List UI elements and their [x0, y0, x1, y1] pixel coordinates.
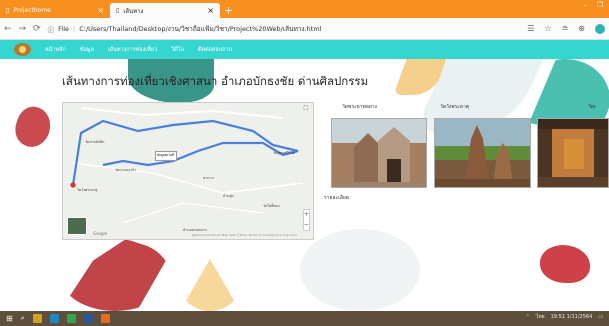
map-label: วัดป่าหลักสิบ: [85, 140, 105, 144]
zoom-control[interactable]: + −: [303, 209, 310, 231]
url-prefix: File: [58, 24, 70, 33]
route-line: [71, 119, 299, 186]
address-bar: ← → ⟳ ⓘ File | C:/Users/Thailand/Desktop…: [0, 18, 609, 40]
nav-item-home[interactable]: หน้าหลัก: [45, 46, 66, 54]
new-tab-button[interactable]: +: [224, 3, 233, 18]
close-icon[interactable]: ×: [207, 6, 214, 15]
map-label: วัดวังพระธาตุ: [77, 188, 98, 192]
page-icon: ▯: [116, 7, 120, 14]
map-label: วัดโพธิ์ทอง: [263, 204, 280, 208]
browser-tab-2[interactable]: ▯ เส้นทาง ×: [110, 3, 220, 18]
windows-start-icon[interactable]: ⊞: [6, 314, 13, 323]
profile-icon[interactable]: [595, 23, 605, 34]
nav-item-routes[interactable]: เส้นทางการท่องเที่ยว: [108, 46, 157, 54]
bookmark-icon[interactable]: ☰: [527, 24, 534, 34]
extensions-icon[interactable]: ⊕: [578, 24, 585, 34]
zoom-in-icon[interactable]: +: [304, 210, 309, 220]
tab-title: Projecthome: [13, 7, 51, 14]
window-controls: – ❐: [583, 1, 603, 9]
map-label: ตาเกาะ: [203, 176, 215, 180]
tab-title: เส้นทาง: [123, 7, 144, 15]
browser-tabstrip: ▯ Projecthome × ▯ เส้นทาง × + – ❐: [0, 0, 609, 18]
temple-illustration: [538, 119, 608, 187]
google-logo: Google: [93, 231, 108, 236]
clock-time: 19:51: [550, 314, 566, 320]
url-field[interactable]: ⓘ File | C:/Users/Thailand/Desktop/งาน/ว…: [48, 21, 521, 36]
gallery-caption: วัดวังพระธาตุ: [440, 104, 470, 110]
system-tray: ⌃ ไทย 19:51 1/11/2564 ▭: [526, 313, 603, 321]
tray-chevron-icon[interactable]: ⌃: [526, 314, 530, 320]
favorites-icon[interactable]: ☆: [544, 24, 551, 34]
nav-item-contact[interactable]: ติดต่อสอบถาม: [198, 46, 232, 54]
nav-item-video[interactable]: วิดีโอ: [171, 46, 184, 54]
site-navbar: หน้าหลัก ข้อมูล เส้นทางการท่องเที่ยว วิด…: [0, 40, 609, 59]
refresh-icon[interactable]: ⟳: [33, 24, 41, 34]
popup-text: ข้อมูลสถานที่: [157, 153, 175, 157]
explorer-icon[interactable]: [32, 314, 42, 323]
language-indicator[interactable]: ไทย: [536, 313, 545, 321]
toolbar-icons: ☰ ☆ ≘ ⊕: [527, 23, 605, 34]
route-point: [70, 182, 76, 188]
map-canvas: [70, 107, 304, 224]
word-icon[interactable]: [83, 314, 93, 323]
clock[interactable]: 19:51 1/11/2564: [551, 314, 593, 320]
info-icon[interactable]: ⓘ: [48, 24, 55, 34]
app-icon[interactable]: [66, 314, 76, 323]
page-title: เส้นทางการท่องเที่ยวเชิงศาสนา อำเภอบักธง…: [62, 74, 369, 88]
fullscreen-icon[interactable]: ⛶: [304, 105, 308, 113]
minimize-icon[interactable]: –: [583, 1, 587, 9]
decor-blot: [180, 259, 240, 311]
temple-photo-3[interactable]: [537, 118, 609, 188]
site-logo[interactable]: [14, 43, 31, 56]
page-content: เส้นทางการท่องเที่ยวเชิงศาสนา อำเภอบักธง…: [0, 59, 609, 311]
gallery-caption: วัดเ: [588, 104, 596, 110]
notification-icon[interactable]: ▭: [598, 314, 603, 320]
map-info-popup[interactable]: ข้อมูลสถานที่: [155, 151, 177, 161]
temple-photo-2[interactable]: [434, 118, 531, 188]
app-icon[interactable]: [100, 314, 110, 323]
page-icon: ▯: [6, 7, 10, 14]
forward-icon[interactable]: →: [19, 24, 27, 34]
decor-blot: [10, 102, 56, 152]
map-copyright[interactable]: Keyboard shortcuts Map data ©2021 Terms …: [192, 233, 297, 237]
url-separator: |: [73, 24, 76, 33]
detail-label: รายละเอียด: [324, 195, 350, 201]
back-icon[interactable]: ←: [4, 24, 12, 34]
os-taskbar: ⊞ ⌕ ⌃ ไทย 19:51 1/11/2564 ▭: [0, 311, 609, 326]
satellite-toggle[interactable]: [67, 217, 87, 235]
map-label: วัดพุทธศรีนิมิต: [273, 151, 296, 155]
gallery-caption: วัดพระยาพลยาง: [342, 104, 377, 110]
zoom-out-icon[interactable]: −: [304, 220, 309, 230]
map-label: บ้านทุ่ง: [223, 194, 234, 198]
collections-icon[interactable]: ≘: [562, 24, 569, 34]
decor-blot: [60, 239, 170, 311]
search-icon[interactable]: ⌕: [21, 314, 25, 323]
map-label: วัดป่าหนองบัว: [115, 168, 137, 172]
temple-illustration: [435, 125, 530, 187]
restore-icon[interactable]: ❐: [597, 1, 603, 9]
edge-icon[interactable]: [49, 314, 59, 323]
temple-illustration: [332, 127, 426, 187]
close-icon[interactable]: ×: [97, 6, 104, 15]
url-text: C:/Users/Thailand/Desktop/งาน/วิชาถือแฟ้…: [79, 24, 322, 33]
clock-date: 1/11/2564: [566, 314, 593, 320]
nav-item-info[interactable]: ข้อมูล: [80, 46, 94, 54]
temple-photo-1[interactable]: [331, 118, 427, 188]
route-map[interactable]: วัดป่าหลักสิบ วัดพุทธศรีนิมิต วัดป่าหนอง…: [62, 102, 314, 240]
decor-blot: [540, 245, 590, 283]
decor-blot: [300, 229, 420, 311]
browser-tab-1[interactable]: ▯ Projecthome ×: [0, 3, 110, 18]
